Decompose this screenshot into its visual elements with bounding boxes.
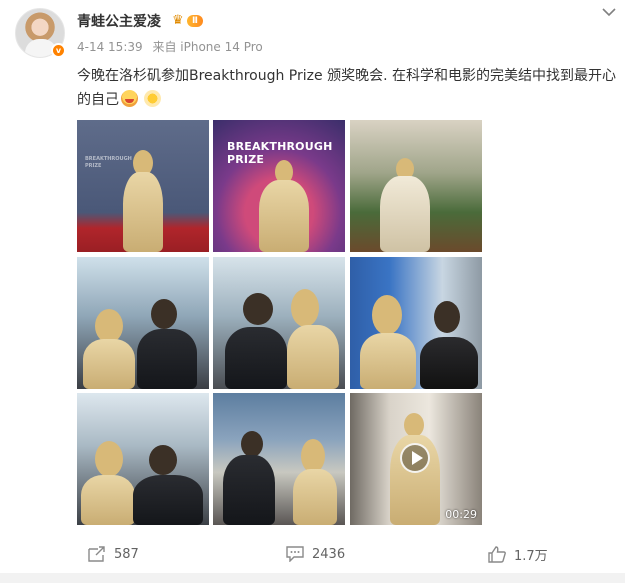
photo-tile-6[interactable] [350, 257, 482, 389]
photo-tile-5[interactable] [213, 257, 345, 389]
post-text: 今晚在洛杉矶参加Breakthrough Prize 颁奖晚会. 在科学和电影的… [77, 64, 617, 112]
like-button[interactable]: 1.7万 [488, 541, 548, 567]
grinning-emoji-icon [121, 90, 138, 107]
tile2-logo-line1: BREAKTHROUGH [227, 140, 333, 153]
card-divider [0, 573, 625, 583]
photo-tile-2[interactable]: BREAKTHROUGH PRIZE [213, 120, 345, 252]
tile7-suit [133, 475, 203, 525]
tile3-gown [380, 176, 430, 252]
tile6-black-dress [420, 337, 478, 389]
thumbs-up-icon [488, 545, 506, 563]
tile5-suit [225, 327, 287, 389]
chevron-down-icon[interactable] [601, 7, 617, 19]
tile7-gown [81, 475, 135, 525]
photo-tile-8[interactable] [213, 393, 345, 525]
tile5-head-man [243, 293, 273, 325]
tile5-head-woman [291, 289, 319, 327]
tile8-head-woman [301, 439, 325, 473]
photo-tile-7[interactable] [77, 393, 209, 525]
tile5-gown [287, 325, 339, 389]
post-timestamp[interactable]: 4-14 15:39 [77, 40, 143, 54]
like-count: 1.7万 [514, 548, 548, 564]
weibo-post-card: v 青蛙公主爱凌 ♛ Ⅱ 4-14 15:39 来自 iPhone 14 Pro… [0, 0, 625, 583]
crown-icon: ♛ [172, 13, 184, 28]
photo-grid: BREAKTHROUGH PRIZE BREAKTHROUGH PRIZE 00… [77, 120, 482, 526]
repost-icon [88, 546, 105, 562]
video-duration: 00:29 [445, 508, 477, 521]
tile4-gown [83, 339, 135, 389]
tile6-gown [360, 333, 416, 389]
repost-button[interactable]: 587 [88, 541, 139, 567]
author-name[interactable]: 青蛙公主爱凌 [77, 11, 161, 31]
tile2-gown [259, 180, 309, 252]
tile8-gown [293, 469, 337, 525]
sparkle-sun-emoji-icon [144, 90, 162, 107]
post-meta: 4-14 15:39 来自 iPhone 14 Pro [77, 38, 263, 55]
photo-tile-3[interactable] [350, 120, 482, 252]
verified-badge-icon: v [51, 43, 66, 58]
tile4-head-man [151, 299, 177, 329]
post-source: 来自 iPhone 14 Pro [152, 40, 263, 54]
repost-count: 587 [114, 546, 139, 562]
tile1-gown [123, 172, 163, 252]
tile6-head-woman [372, 295, 402, 335]
comment-icon [286, 546, 304, 562]
tile4-suit [137, 329, 197, 389]
tile1-backdrop-text: BREAKTHROUGH PRIZE [85, 156, 132, 169]
tile4-head-woman [95, 309, 123, 343]
vip-level-label: Ⅱ [187, 15, 203, 27]
photo-tile-4[interactable] [77, 257, 209, 389]
tile8-suit [223, 455, 275, 525]
tile7-head-man [149, 445, 177, 475]
tile2-logo-line2: PRIZE [227, 153, 265, 166]
vip-badge[interactable]: ♛ Ⅱ [172, 13, 210, 28]
action-bar: 587 2436 1.7万 [0, 541, 625, 567]
photo-tile-9-video[interactable]: 00:29 [350, 393, 482, 525]
tile6-head-woman2 [434, 301, 460, 333]
tile7-head-woman [95, 441, 123, 477]
comment-button[interactable]: 2436 [286, 541, 345, 567]
tile9-head [404, 413, 424, 437]
photo-tile-1[interactable]: BREAKTHROUGH PRIZE [77, 120, 209, 252]
comment-count: 2436 [312, 546, 346, 562]
tile8-head-man [241, 431, 263, 457]
play-icon[interactable] [400, 443, 430, 473]
